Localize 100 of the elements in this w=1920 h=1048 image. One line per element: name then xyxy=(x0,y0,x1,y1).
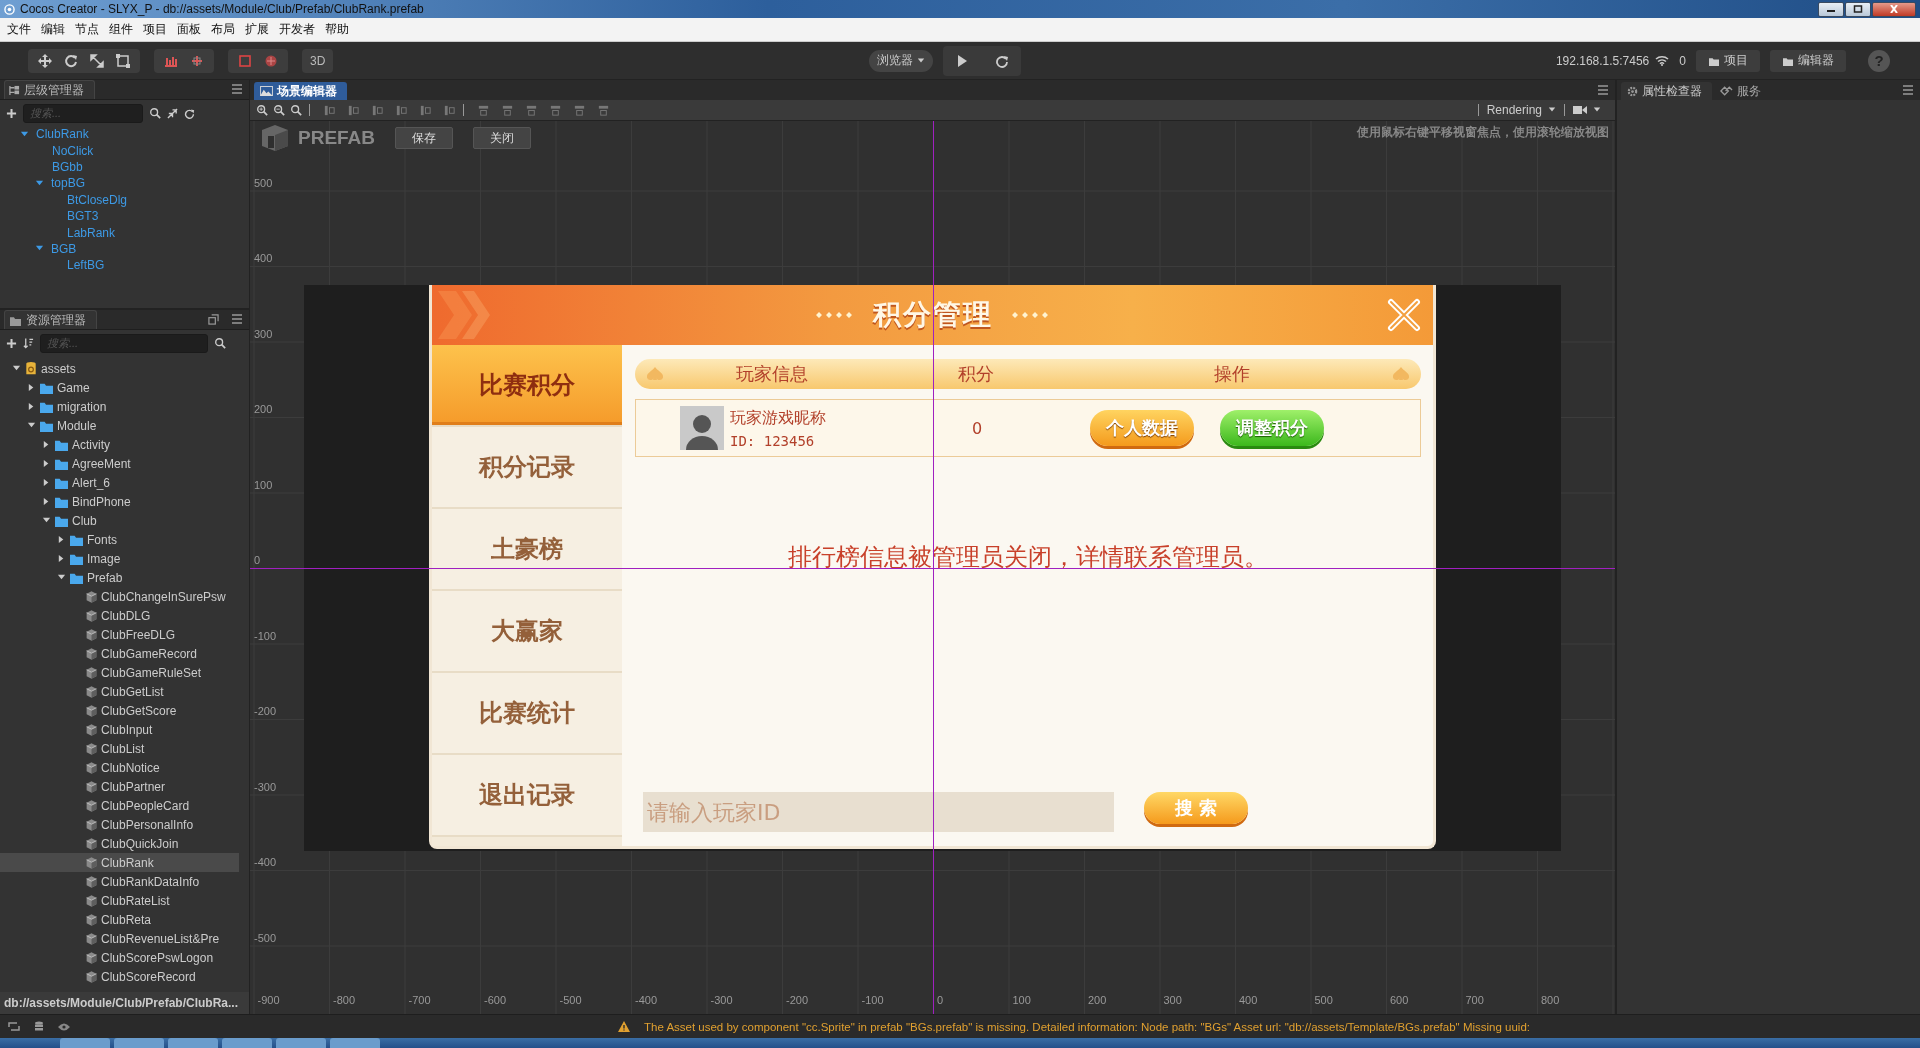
asset-row[interactable]: ClubChangeInSurePsw xyxy=(0,587,239,606)
expand-arrow-icon[interactable] xyxy=(42,459,51,468)
zoom-in-icon[interactable] xyxy=(256,104,268,116)
panel-tab[interactable]: 属性检查器 xyxy=(1621,82,1712,100)
category-tab[interactable]: 大赢家 xyxy=(432,591,622,673)
asset-row[interactable]: ClubGetScore xyxy=(0,701,239,720)
expand-arrow-icon[interactable] xyxy=(27,402,36,411)
open-folder-button[interactable]: 项目 xyxy=(1696,49,1760,72)
node-label[interactable]: topBG xyxy=(51,176,86,191)
asset-row[interactable]: ClubRankDataInfo xyxy=(0,872,239,891)
minimize-button[interactable] xyxy=(1818,1,1844,17)
node-label[interactable]: BGbb xyxy=(52,159,83,174)
asset-row[interactable]: Image xyxy=(0,549,239,568)
zoom-reset-icon[interactable] xyxy=(290,104,302,116)
asset-row[interactable]: ClubRevenueList&Pre xyxy=(0,929,239,948)
camera-icon[interactable] xyxy=(1573,105,1587,115)
asset-row[interactable]: Module xyxy=(0,416,239,435)
asset-row[interactable]: assets xyxy=(0,359,239,378)
distribute-icon[interactable] xyxy=(477,103,490,117)
menu-item[interactable]: 面板 xyxy=(172,21,206,38)
menu-item[interactable]: 帮助 xyxy=(320,21,354,38)
search-icon[interactable] xyxy=(214,337,226,349)
asset-row[interactable]: Prefab xyxy=(0,568,239,587)
add-icon[interactable] xyxy=(6,337,17,349)
menu-item[interactable]: 扩展 xyxy=(240,21,274,38)
asset-row[interactable]: AgreeMent xyxy=(0,454,239,473)
3d-mode-button[interactable]: 3D xyxy=(302,48,334,73)
panel-tab[interactable]: 资源管理器 xyxy=(4,310,97,329)
prefab-action-button[interactable]: 关闭 xyxy=(473,127,532,149)
asset-row[interactable]: ClubPartner xyxy=(0,777,239,796)
asset-row[interactable]: ClubReta xyxy=(0,910,239,929)
loop-icon[interactable] xyxy=(8,1021,20,1032)
node-label[interactable]: LeftBG xyxy=(67,258,105,273)
distribute-icon[interactable] xyxy=(525,103,538,117)
prefab-action-button[interactable]: 保存 xyxy=(395,127,454,149)
node-label[interactable]: BGT3 xyxy=(67,209,99,224)
asset-row[interactable]: ClubGameRecord xyxy=(0,644,239,663)
asset-row[interactable]: ClubPeopleCard xyxy=(0,796,239,815)
expand-arrow-icon[interactable] xyxy=(35,178,44,188)
asset-row[interactable]: ClubInput xyxy=(0,720,239,739)
distribute-icon[interactable] xyxy=(573,103,586,117)
open-folder-button[interactable]: 编辑器 xyxy=(1770,49,1846,72)
expand-arrow-icon[interactable] xyxy=(57,573,66,582)
align-icon[interactable] xyxy=(347,103,360,117)
panel-tab[interactable]: 服务 xyxy=(1714,82,1771,100)
preview-platform-dropdown[interactable]: 浏览器 xyxy=(868,49,933,72)
node-label[interactable]: ClubRank xyxy=(36,127,89,142)
distribute-icon[interactable] xyxy=(501,103,514,117)
render-mode-dropdown[interactable]: Rendering xyxy=(1486,103,1556,117)
asset-row[interactable]: ClubNotice xyxy=(0,758,239,777)
align-icon[interactable] xyxy=(443,103,456,117)
add-icon[interactable] xyxy=(6,107,17,119)
asset-row[interactable]: ClubDLG xyxy=(0,606,239,625)
asset-row[interactable]: ClubRank xyxy=(0,853,239,872)
asset-row[interactable]: ClubGameRuleSet xyxy=(0,663,239,682)
category-tab[interactable]: 比赛积分 xyxy=(432,345,622,427)
node-label[interactable]: LabRank xyxy=(67,225,116,240)
panel-menu-icon[interactable] xyxy=(1597,84,1609,96)
expand-arrow-icon[interactable] xyxy=(57,554,66,563)
popout-icon[interactable] xyxy=(208,314,219,325)
menu-item[interactable]: 布局 xyxy=(206,21,240,38)
collapse-icon[interactable] xyxy=(167,107,178,119)
asset-row[interactable]: Activity xyxy=(0,435,239,454)
refresh-icon[interactable] xyxy=(184,107,195,119)
asset-row[interactable]: ClubScoreRecord xyxy=(0,967,239,986)
menu-item[interactable]: 组件 xyxy=(104,21,138,38)
asset-row[interactable]: BindPhone xyxy=(0,492,239,511)
expand-arrow-icon[interactable] xyxy=(20,129,29,139)
distribute-icon[interactable] xyxy=(549,103,562,117)
panel-tab[interactable]: 层级管理器 xyxy=(4,80,95,99)
maximize-button[interactable] xyxy=(1845,1,1871,17)
menu-item[interactable]: 编辑 xyxy=(36,21,70,38)
asset-row[interactable]: Alert_6 xyxy=(0,473,239,492)
panel-menu-icon[interactable] xyxy=(231,313,243,325)
align-icon[interactable] xyxy=(323,103,336,117)
asset-row[interactable]: ClubFreeDLG xyxy=(0,625,239,644)
close-button[interactable] xyxy=(1872,1,1916,17)
node-label[interactable]: BGB xyxy=(51,241,77,256)
expand-arrow-icon[interactable] xyxy=(42,478,51,487)
scene-editor-tab[interactable]: 场景编辑器 xyxy=(254,82,347,100)
node-label[interactable]: BtCloseDlg xyxy=(67,192,128,207)
asset-row[interactable]: Club xyxy=(0,511,239,530)
category-tab[interactable]: 退出记录 xyxy=(432,755,622,837)
expand-arrow-icon[interactable] xyxy=(27,383,36,392)
category-tab[interactable]: 积分记录 xyxy=(432,427,622,509)
expand-arrow-icon[interactable] xyxy=(27,421,36,430)
distribute-icon[interactable] xyxy=(597,103,610,117)
align-icon[interactable] xyxy=(371,103,384,117)
asset-row[interactable]: ClubScorePswLogon xyxy=(0,948,239,967)
database-icon[interactable] xyxy=(34,1020,44,1033)
asset-row[interactable]: ClubRateList xyxy=(0,891,239,910)
align-icon[interactable] xyxy=(419,103,432,117)
asset-row[interactable]: migration xyxy=(0,397,239,416)
zoom-out-icon[interactable] xyxy=(273,104,285,116)
align-icon[interactable] xyxy=(395,103,408,117)
expand-arrow-icon[interactable] xyxy=(12,364,21,373)
menu-item[interactable]: 项目 xyxy=(138,21,172,38)
node-label[interactable]: NoClick xyxy=(52,143,94,158)
menu-item[interactable]: 节点 xyxy=(70,21,104,38)
asset-row[interactable]: ClubList xyxy=(0,739,239,758)
